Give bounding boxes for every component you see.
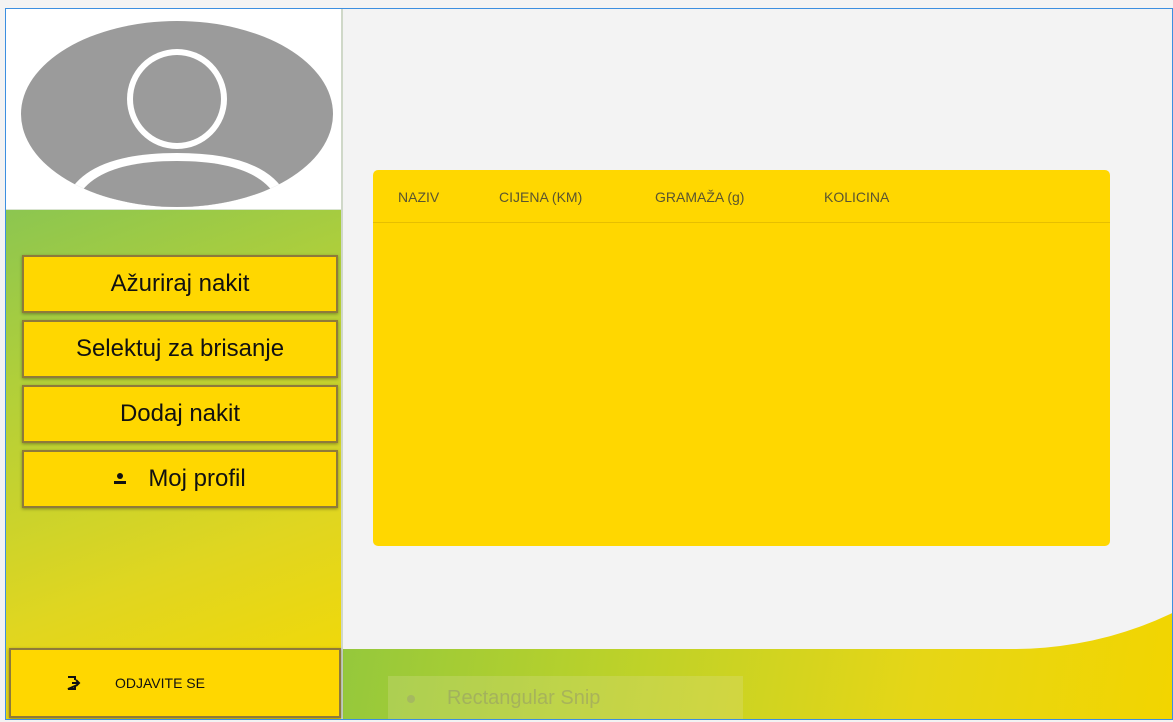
my-profile-label: Moj profil — [148, 465, 246, 492]
avatar — [21, 21, 333, 207]
update-jewelry-label: Ažuriraj nakit — [110, 270, 250, 297]
avatar-container — [6, 9, 341, 210]
logout-button[interactable]: ODJAVITE SE — [9, 648, 341, 718]
snip-dot-icon — [407, 694, 415, 703]
table-header: NAZIV CIJENA (KM) GRAMAŽA (g) KOLICINA — [373, 170, 1110, 223]
app-window: Ažuriraj nakit Selektuj za brisanje Doda… — [5, 8, 1173, 720]
column-header-kolicina[interactable]: KOLICINA — [824, 189, 889, 205]
column-header-cijena[interactable]: CIJENA (KM) — [499, 189, 582, 205]
add-jewelry-label: Dodaj nakit — [119, 400, 241, 427]
sidebar: Ažuriraj nakit Selektuj za brisanje Doda… — [6, 9, 343, 719]
select-for-delete-label: Selektuj za brisanje — [75, 335, 285, 362]
jewelry-table[interactable]: NAZIV CIJENA (KM) GRAMAŽA (g) KOLICINA — [373, 170, 1110, 546]
snip-label: Rectangular Snip — [447, 687, 601, 709]
logout-label: ODJAVITE SE — [115, 675, 205, 691]
person-icon — [114, 472, 127, 486]
select-for-delete-button[interactable]: Selektuj za brisanje — [22, 320, 338, 378]
column-header-gramaza[interactable]: GRAMAŽA (g) — [655, 189, 744, 205]
rectangular-snip-overlay[interactable]: Rectangular Snip — [388, 676, 743, 719]
add-jewelry-button[interactable]: Dodaj nakit — [22, 385, 338, 443]
update-jewelry-button[interactable]: Ažuriraj nakit — [22, 255, 338, 313]
column-header-naziv[interactable]: NAZIV — [398, 189, 439, 205]
logout-icon — [67, 676, 81, 690]
my-profile-button[interactable]: Moj profil — [22, 450, 338, 508]
